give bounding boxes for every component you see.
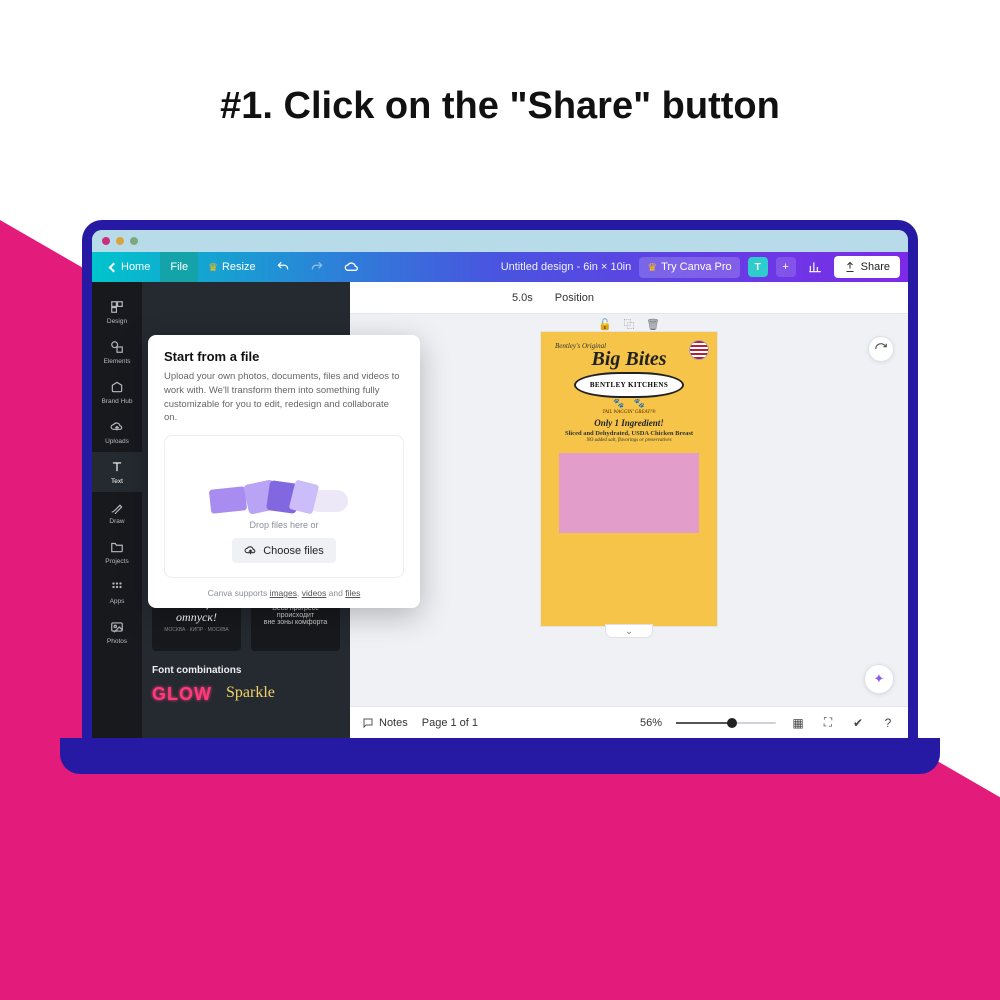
left-rail: Design Elements Brand Hub Uploads Text [92, 282, 142, 738]
font-combo-sparkle[interactable]: Sparkle [226, 684, 275, 705]
design-page[interactable]: Bentley's Original Big Bites BENTLEY KIT… [541, 332, 717, 626]
elements-icon [109, 339, 125, 355]
font-combo-glow[interactable]: GLOW [152, 684, 212, 705]
rail-design[interactable]: Design [92, 292, 142, 332]
cloud-upload-icon [244, 544, 257, 557]
laptop-base [60, 738, 940, 774]
rail-draw[interactable]: Draw [92, 492, 142, 532]
images-link[interactable]: images [270, 588, 297, 598]
ingredient-heading: Only 1 Ingredient! [549, 418, 709, 428]
us-flag-icon [689, 340, 709, 360]
brand-icon [109, 379, 125, 395]
zoom-value: 56% [640, 717, 662, 729]
crown-icon: ♛ [647, 261, 657, 274]
resize-button[interactable]: ♛ Resize [198, 252, 266, 282]
folder-icon [109, 539, 125, 555]
pro-label: Try Canva Pro [661, 261, 732, 273]
position-button[interactable]: Position [555, 292, 594, 304]
top-toolbar: Home File ♛ Resize [92, 252, 908, 282]
rail-projects[interactable]: Projects [92, 532, 142, 572]
description-text: Sliced and Dehydrated, USDA Chicken Brea… [549, 430, 709, 437]
share-label: Share [861, 261, 890, 273]
analytics-button[interactable] [804, 256, 826, 278]
supported-formats: Canva supports images, videos and files [164, 588, 404, 598]
reset-view-button[interactable] [868, 336, 894, 362]
bottom-bar: Notes Page 1 of 1 56% ▦ ⛶ ✔ ? [350, 706, 908, 738]
videos-link[interactable]: videos [302, 588, 327, 598]
user-avatar[interactable]: T [748, 257, 768, 277]
share-button[interactable]: Share [834, 256, 900, 278]
magic-ai-button[interactable]: ✦ [864, 664, 894, 694]
drop-hint: Drop files here or [175, 520, 393, 530]
maximize-dot[interactable] [130, 237, 138, 245]
duplicate-page-icon[interactable]: ⿻ [621, 316, 637, 332]
document-title[interactable]: Untitled design - 6in × 10in [501, 261, 632, 273]
rail-apps[interactable]: Apps [92, 572, 142, 612]
templates-icon [109, 299, 125, 315]
rail-elements[interactable]: Elements [92, 332, 142, 372]
notes-icon [362, 717, 374, 729]
draw-icon [109, 499, 125, 515]
image-placeholder[interactable] [559, 453, 699, 533]
font-combos-heading: Font combinations [152, 665, 340, 676]
rail-text[interactable]: Text [92, 452, 142, 492]
apps-icon [109, 579, 125, 595]
grid-view-button[interactable]: ▦ [790, 715, 806, 731]
popover-description: Upload your own photos, documents, files… [164, 370, 404, 425]
redo-button[interactable] [300, 252, 334, 282]
rail-brand-hub[interactable]: Brand Hub [92, 372, 142, 412]
check-icon[interactable]: ✔ [850, 715, 866, 731]
timing-button[interactable]: 5.0s [512, 292, 533, 304]
dropzone[interactable]: Drop files here or Choose files [164, 435, 404, 578]
file-button[interactable]: File [160, 252, 198, 282]
window-chrome [92, 230, 908, 252]
canvas-area[interactable]: 🔓 ⿻ 🗑 Bentley's Original Big Bites BENTL [350, 314, 908, 706]
disclaimer-text: NO added salt, flavorings or preservativ… [549, 438, 709, 443]
crown-icon: ♛ [208, 261, 218, 274]
help-button[interactable]: ? [880, 715, 896, 731]
close-dot[interactable] [102, 237, 110, 245]
big-bites-heading: Big Bites [549, 350, 709, 368]
context-toolbar: 5.0s Position [350, 282, 908, 314]
chevron-left-icon [109, 262, 119, 272]
photo-icon [109, 619, 125, 635]
instruction-heading: #1. Click on the "Share" button [0, 85, 1000, 128]
text-icon [109, 459, 125, 475]
upload-icon [844, 261, 856, 273]
cloud-sync-button[interactable] [334, 252, 370, 282]
cloud-upload-icon [109, 419, 125, 435]
add-page-button[interactable]: ⌄ [605, 624, 653, 638]
upload-illustration [175, 448, 393, 512]
zoom-slider[interactable] [676, 722, 776, 724]
minimize-dot[interactable] [116, 237, 124, 245]
tagline-text: TAIL WAGGIN' GREAT!® [549, 410, 709, 415]
delete-page-icon[interactable]: 🗑 [645, 316, 661, 332]
files-link[interactable]: files [345, 588, 360, 598]
popover-title: Start from a file [164, 349, 404, 364]
page-indicator[interactable]: Page 1 of 1 [422, 717, 478, 729]
rail-uploads[interactable]: Uploads [92, 412, 142, 452]
home-button[interactable]: Home [100, 252, 160, 282]
file-label: File [170, 261, 188, 273]
try-pro-button[interactable]: ♛ Try Canva Pro [639, 257, 739, 278]
undo-button[interactable] [266, 252, 300, 282]
notes-button[interactable]: Notes [362, 717, 408, 729]
resize-label: Resize [222, 261, 256, 273]
laptop-frame: Home File ♛ Resize [82, 220, 918, 774]
lock-page-icon[interactable]: 🔓 [597, 316, 613, 332]
add-collaborator-button[interactable]: + [776, 257, 796, 277]
paw-icons: 🐾 🐾 [549, 398, 709, 409]
home-label: Home [121, 261, 150, 273]
rail-photos[interactable]: Photos [92, 612, 142, 652]
fullscreen-button[interactable]: ⛶ [820, 715, 836, 731]
upload-popover: Start from a file Upload your own photos… [148, 335, 420, 608]
brand-oval-badge: BENTLEY KITCHENS [574, 372, 684, 398]
choose-files-button[interactable]: Choose files [232, 538, 336, 563]
